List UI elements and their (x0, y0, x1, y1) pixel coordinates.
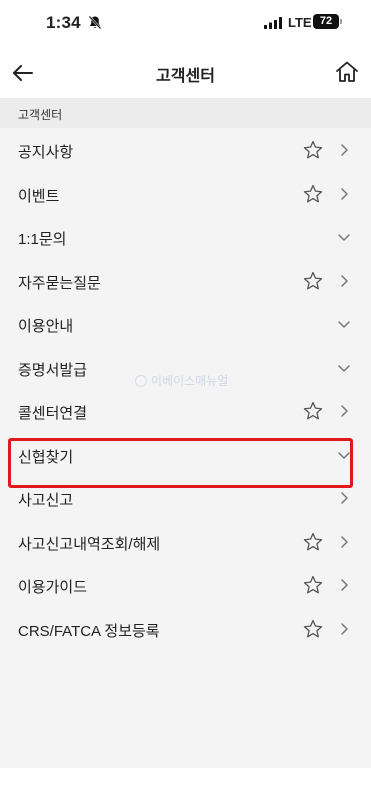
list-item[interactable]: 사고신고내역조회/해제 (0, 520, 371, 564)
star-icon[interactable] (302, 531, 324, 553)
star-icon[interactable] (302, 400, 324, 422)
star-icon[interactable] (302, 574, 324, 596)
chevron-right-icon[interactable] (336, 186, 352, 202)
watermark-logo (135, 374, 147, 387)
chevron-right-icon[interactable] (336, 534, 352, 550)
status-time: 1:34 (46, 13, 81, 32)
list-item-label: 이용가이드 (18, 579, 88, 596)
list-item-label: 신협찾기 (18, 448, 74, 466)
network-label: LTE (288, 15, 312, 30)
list-item-label: 1:1문의 (18, 231, 67, 248)
signal-icon (264, 17, 282, 29)
chevron-right-icon[interactable] (336, 490, 352, 506)
chevron-right-icon[interactable] (336, 142, 352, 158)
battery-tip (340, 19, 342, 24)
watermark-text: 이베이스매뉴얼 (151, 374, 229, 388)
list-item-label: 자주묻는질문 (18, 274, 101, 292)
list-item-label: 사고신고내역조회/해제 (18, 535, 161, 553)
list-item-label: 콜센터연결 (18, 405, 88, 422)
bottom-bar (0, 768, 371, 800)
list-item-label: 공지사항 (18, 144, 74, 161)
watermark: 이베이스매뉴얼 (135, 372, 228, 389)
list-item[interactable]: 이벤트 (0, 172, 371, 216)
star-icon[interactable] (302, 618, 324, 640)
list-item[interactable]: 1:1문의 (0, 215, 371, 259)
list-item[interactable]: 이용안내 (0, 302, 371, 346)
page-title: 고객센터 (156, 68, 215, 85)
chevron-down-icon[interactable] (336, 360, 352, 376)
app-header: 고객센터 (0, 46, 371, 98)
section-title: 고객센터 (18, 108, 63, 122)
list-item[interactable]: 사고신고 (0, 476, 371, 520)
star-icon[interactable] (302, 183, 324, 205)
chevron-right-icon[interactable] (336, 621, 352, 637)
chevron-right-icon[interactable] (336, 577, 352, 593)
menu-list: 공지사항이벤트 1:1문의자주묻는질문이용안내증명서발급콜센터연결신협찾기사고신고… (0, 128, 371, 650)
list-item[interactable]: 신협찾기 (0, 433, 371, 477)
chevron-down-icon[interactable] (336, 316, 352, 332)
list-item-label: CRS/FATCA 정보등록 (18, 622, 160, 640)
battery-icon: 72 (313, 14, 339, 29)
chevron-down-icon[interactable] (336, 447, 352, 463)
list-item[interactable]: 공지사항 (0, 128, 371, 172)
home-icon[interactable] (334, 59, 360, 85)
chevron-down-icon[interactable] (336, 229, 352, 245)
list-item-label: 이용안내 (18, 318, 74, 335)
status-bar: 1:34 LTE 72 (0, 0, 371, 46)
list-item[interactable]: CRS/FATCA 정보등록 (0, 607, 371, 651)
list-item[interactable]: 이용가이드 (0, 563, 371, 607)
chevron-right-icon[interactable] (336, 273, 352, 289)
section-header: 고객센터 (0, 98, 371, 128)
list-item-label: 이벤트 (18, 187, 60, 205)
list-item-label: 증명서발급 (18, 361, 88, 379)
chevron-right-icon[interactable] (336, 403, 352, 419)
list-item[interactable]: 자주묻는질문 (0, 259, 371, 303)
list-item-label: 사고신고 (18, 492, 74, 509)
star-icon[interactable] (302, 139, 324, 161)
bell-off-icon (88, 15, 102, 30)
star-icon[interactable] (302, 270, 324, 292)
list-item[interactable]: 콜센터연결 (0, 389, 371, 433)
